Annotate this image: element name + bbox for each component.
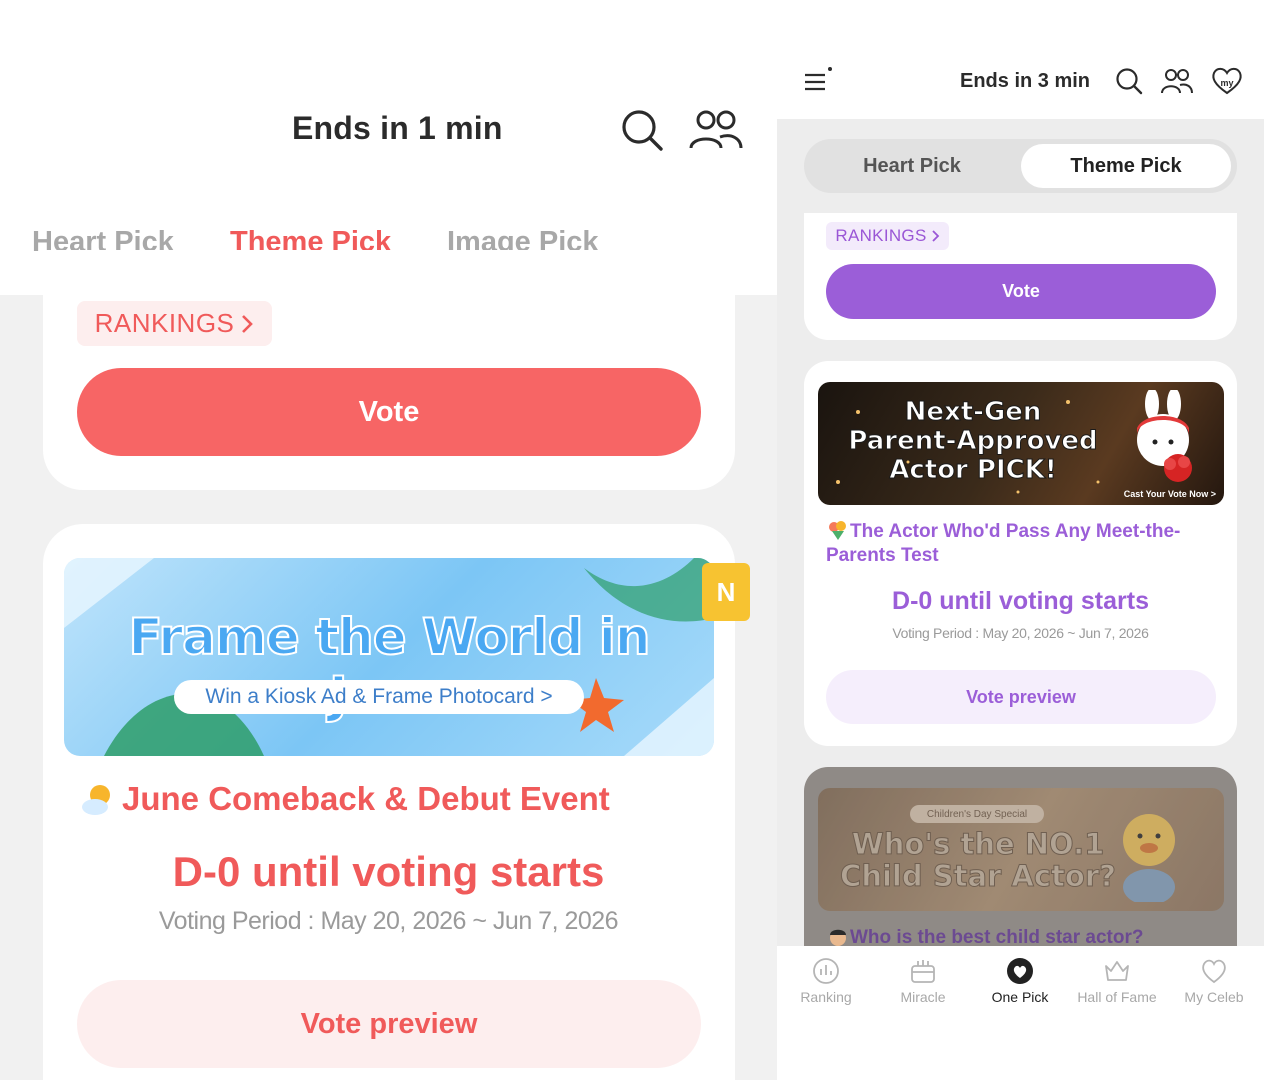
nav-label: Miracle	[900, 989, 946, 1005]
nav-label: My Celeb	[1184, 989, 1244, 1005]
duck-mascot-icon	[1123, 814, 1175, 902]
right-panel: Ends in 3 min my Heart Pick Theme Pick R…	[777, 0, 1264, 1080]
rankings-link[interactable]: RANKINGS	[77, 301, 272, 346]
chevron-right-icon	[242, 314, 254, 333]
left-panel: Ends in 1 min Heart Pick Theme Pick Imag…	[0, 0, 777, 1080]
event-title: June Comeback & Debut Event	[122, 780, 610, 817]
bouquet-icon	[829, 521, 846, 540]
vote-preview-button[interactable]: Vote preview	[77, 980, 701, 1068]
banner-title-line-2: Parent-Approved	[848, 426, 1098, 456]
banner-title: Who's the NO.1 Child Star Actor?	[828, 827, 1128, 893]
banner-title-line-3: Actor PICK!	[889, 455, 1058, 485]
event-banner[interactable]: Frame the World in June Win a Kiosk Ad &…	[64, 558, 714, 756]
banner-title: Next-Gen Parent-Approved Actor PICK!	[828, 397, 1118, 485]
my-celeb-icon	[1202, 959, 1226, 984]
voting-period: Voting Period : May 20, 2026 ~ Jun 7, 20…	[158, 907, 619, 935]
chevron-right-icon	[931, 230, 939, 242]
screen: Ends in 1 min Heart Pick Theme Pick Imag…	[0, 0, 1264, 1080]
event-title: Who is the best child star actor?	[850, 927, 1144, 948]
left-countdown-title: Ends in 1 min	[292, 110, 503, 146]
ranking-icon	[813, 958, 839, 984]
sun-cloud-icon	[82, 785, 110, 815]
rankings-label: RANKINGS	[835, 226, 927, 245]
rankings-label: RANKINGS	[94, 308, 235, 338]
child-face-icon	[830, 929, 846, 946]
nav-one-pick[interactable]: One Pick	[975, 956, 1065, 1005]
banner-subtitle: Win a Kiosk Ad & Frame Photocard >	[174, 680, 584, 714]
miracle-icon	[911, 960, 935, 983]
bunny-mascot-icon	[1137, 390, 1192, 482]
rankings-link[interactable]: RANKINGS	[826, 222, 949, 250]
banner-title-line-2: Child Star Actor?	[840, 859, 1117, 893]
vote-preview-button[interactable]: Vote preview	[826, 670, 1216, 724]
bottom-nav: Ranking Miracle One Pick Hall of Fame My…	[777, 946, 1264, 1080]
d-day-text: D-0 until voting starts	[172, 848, 605, 895]
search-icon[interactable]	[620, 108, 664, 152]
nav-label: One Pick	[991, 989, 1049, 1005]
one-pick-icon	[1007, 958, 1033, 984]
event-banner[interactable]: Next-Gen Parent-Approved Actor PICK! Cas…	[818, 382, 1224, 505]
event-title-row: June Comeback & Debut Event	[80, 780, 610, 818]
event-banner-dimmed[interactable]: Children's Day Special Who's the NO.1 Ch…	[818, 788, 1224, 911]
nav-miracle[interactable]: Miracle	[878, 956, 968, 1005]
nav-my-celeb[interactable]: My Celeb	[1169, 956, 1259, 1005]
segment-theme-pick[interactable]: Theme Pick	[1021, 144, 1231, 188]
my-heart-icon[interactable]: my	[1210, 66, 1244, 96]
hall-of-fame-icon	[1105, 961, 1129, 981]
d-day-text: D-0 until voting starts	[892, 587, 1149, 615]
users-icon[interactable]	[688, 108, 744, 152]
nav-label: Ranking	[800, 989, 852, 1005]
nav-hall-of-fame[interactable]: Hall of Fame	[1072, 956, 1162, 1005]
pick-type-toggle: Heart Pick Theme Pick	[804, 139, 1237, 193]
menu-icon[interactable]	[803, 66, 833, 94]
right-countdown-title: Ends in 3 min	[960, 70, 1091, 92]
nav-ranking[interactable]: Ranking	[781, 956, 871, 1005]
banner-title-line-1: Who's the NO.1	[851, 827, 1105, 861]
right-header	[777, 0, 1264, 119]
vote-button[interactable]: Vote	[77, 368, 701, 456]
vote-button[interactable]: Vote	[826, 264, 1216, 319]
banner-pill: Children's Day Special	[910, 805, 1044, 823]
banner-title-line-1: Next-Gen	[904, 397, 1042, 427]
segment-heart-pick[interactable]: Heart Pick	[804, 139, 1020, 193]
nav-label: Hall of Fame	[1077, 989, 1157, 1005]
svg-text:my: my	[1220, 78, 1233, 88]
banner-cta: Cast Your Vote Now >	[1123, 489, 1216, 499]
new-badge: N	[702, 563, 750, 621]
voting-period: Voting Period : May 20, 2026 ~ Jun 7, 20…	[892, 625, 1149, 641]
search-icon[interactable]	[1115, 67, 1143, 95]
users-icon[interactable]	[1160, 67, 1194, 95]
event-title: The Actor Who'd Pass Any Meet-the-Parent…	[826, 521, 1181, 566]
event-title-row: The Actor Who'd Pass Any Meet-the-Parent…	[826, 520, 1186, 568]
